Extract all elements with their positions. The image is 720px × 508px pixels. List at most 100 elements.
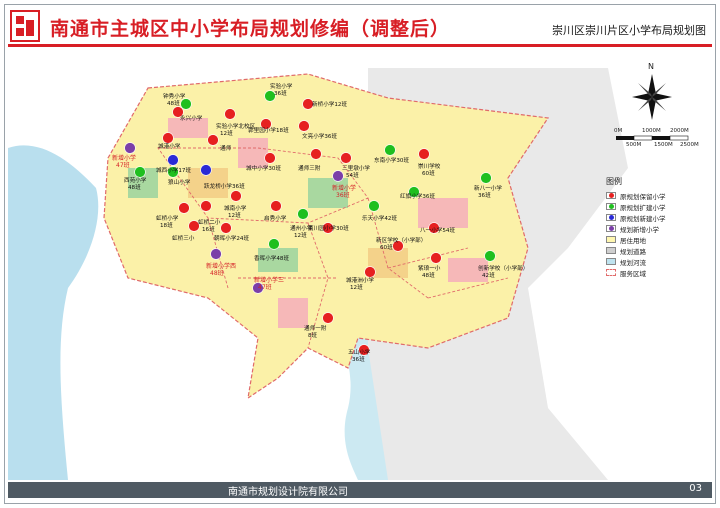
school-marker	[180, 98, 192, 110]
school-name-label: 启秀小学	[264, 214, 287, 222]
legend-item: 规划新增小学	[606, 223, 678, 234]
school-name-label: 南川园小学30班	[308, 224, 349, 232]
footer-bar: 南通市规划设计院有限公司 03	[8, 482, 712, 498]
north-label: N	[648, 62, 654, 71]
institute-logo-icon	[10, 10, 40, 42]
school-name-label: 城中小学30班	[246, 164, 281, 172]
school-name-label: 西苑小学	[124, 176, 147, 184]
legend-label: 居住用地	[620, 236, 646, 245]
scale-bar: 0M 1000M 2000M 500M 1500M 2500M	[614, 128, 699, 152]
scale-label: 0M	[614, 128, 623, 134]
school-marker	[224, 108, 236, 120]
school-name-label: 紫琅一小	[418, 264, 441, 272]
legend-swatch	[606, 225, 616, 232]
school-capacity-label: 48班	[422, 271, 435, 279]
land-patch	[278, 298, 308, 328]
school-name-label: 通师一附	[304, 324, 327, 332]
school-marker	[340, 152, 352, 164]
school-capacity-label: 12班	[228, 211, 241, 219]
legend-item: 居住用地	[606, 234, 678, 245]
legend-dot-icon	[609, 226, 614, 231]
school-name-label: 新增小学	[112, 154, 136, 162]
school-name-label: 红旗小学36班	[400, 192, 435, 200]
school-marker	[270, 200, 282, 212]
school-name-label: 香晖小学48班	[254, 254, 289, 262]
school-name-label: 永兴小学	[180, 114, 203, 122]
legend-swatch	[606, 214, 616, 221]
school-name-label: 城港洲小学	[346, 276, 374, 284]
legend-swatch	[606, 258, 616, 265]
school-marker	[200, 200, 212, 212]
legend-dot-icon	[609, 204, 614, 209]
legend-swatch	[606, 203, 616, 210]
legend-label: 服务区域	[620, 269, 646, 278]
school-name-label: 文亮小学36班	[302, 132, 337, 140]
legend-item: 原规划新建小学	[606, 212, 678, 223]
school-capacity-label: 36班	[478, 191, 491, 199]
school-marker	[322, 312, 334, 324]
school-marker	[134, 166, 146, 178]
school-capacity-label: 60班	[380, 243, 393, 251]
school-name-label: 郭里园小学18班	[248, 126, 289, 134]
school-name-label: 创新学校（小学部）	[478, 264, 528, 272]
school-capacity-label: 42班	[482, 271, 495, 279]
school-marker	[368, 200, 380, 212]
school-capacity-label: 36班	[336, 191, 350, 199]
scale-label: 1000M	[642, 128, 661, 134]
school-capacity-label: 36班	[274, 89, 287, 97]
school-marker	[480, 172, 492, 184]
school-name-label: 实验小学	[270, 82, 293, 90]
legend-swatch	[606, 192, 616, 199]
legend-label: 原规划扩建小学	[620, 203, 666, 212]
school-marker	[298, 120, 310, 132]
footer-organization: 南通市规划设计院有限公司	[228, 487, 348, 498]
school-capacity-label: 48班	[167, 99, 180, 107]
school-name-label: 虹桥三小	[172, 234, 195, 242]
page-title: 南通市主城区中小学布局规划修编（调整后）	[50, 18, 451, 40]
school-marker	[178, 202, 190, 214]
school-name-label: 三里墩小学	[342, 164, 370, 172]
school-marker	[364, 266, 376, 278]
legend-item: 规划道路	[606, 245, 678, 256]
legend-dot-icon	[609, 193, 614, 198]
legend-item: 原规划保留小学	[606, 190, 678, 201]
legend-item: 原规划扩建小学	[606, 201, 678, 212]
school-name-label: 新桥小学12班	[312, 100, 347, 108]
school-capacity-label: 47班	[258, 283, 272, 291]
legend-label: 规划道路	[620, 247, 646, 256]
school-marker	[200, 164, 212, 176]
school-capacity-label: 8班	[308, 331, 318, 339]
school-marker	[384, 144, 396, 156]
map-legend: 图例 原规划保留小学 原规划扩建小学 原规划新建小学 规划新增小学 居住用地 规划道路 规划…	[606, 176, 678, 278]
school-capacity-label: 12班	[350, 283, 363, 291]
school-marker	[332, 170, 344, 182]
legend-swatch	[606, 269, 616, 276]
scale-label: 1500M	[654, 142, 673, 148]
school-marker	[220, 222, 232, 234]
school-marker	[430, 252, 442, 264]
school-name-label: 东南小学30班	[374, 156, 409, 164]
legend-label: 规划新增小学	[620, 225, 659, 234]
school-marker	[162, 132, 174, 144]
school-name-label: 钟秀小学	[163, 92, 186, 100]
scale-label: 2000M	[670, 128, 689, 134]
school-marker	[484, 250, 496, 262]
legend-label: 规划河流	[620, 258, 646, 267]
legend-label: 原规划保留小学	[620, 192, 666, 201]
legend-item: 服务区域	[606, 267, 678, 278]
scale-label: 2500M	[680, 142, 699, 148]
school-marker	[264, 152, 276, 164]
legend-dot-icon	[609, 215, 614, 220]
school-capacity-label: 48班	[128, 183, 141, 191]
school-marker	[124, 142, 136, 154]
school-marker	[310, 148, 322, 160]
land-patch	[238, 138, 268, 168]
page-number: 03	[689, 483, 702, 494]
school-name-label: 通师三附	[298, 164, 321, 172]
school-name-label: 乐天小学42班	[362, 214, 397, 222]
school-capacity-label: 36班	[352, 355, 365, 363]
school-marker	[207, 134, 219, 146]
school-name-label: 城南小学	[224, 204, 247, 212]
legend-swatch	[606, 247, 616, 254]
school-capacity-label: 47班	[116, 161, 130, 169]
